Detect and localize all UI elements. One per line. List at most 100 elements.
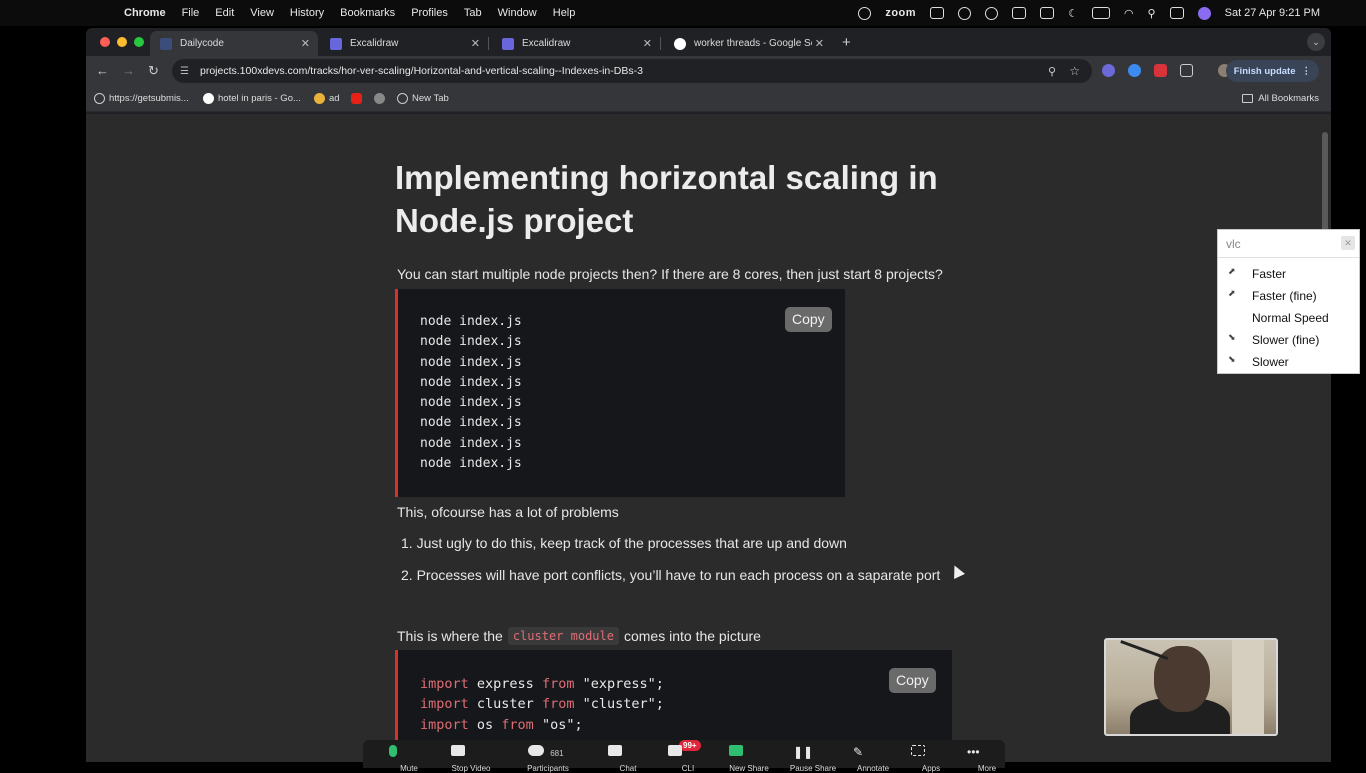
menu-profiles[interactable]: Profiles — [411, 7, 448, 19]
vlc-item-slower-fine[interactable]: Slower (fine) — [1252, 333, 1319, 347]
close-tab-icon[interactable]: ✕ — [815, 37, 824, 50]
code-keyword: from — [541, 676, 575, 692]
close-tab-icon[interactable]: ✕ — [301, 37, 310, 50]
menu-circle-icon[interactable] — [958, 6, 972, 20]
cloud-icon[interactable] — [930, 7, 945, 19]
address-bar[interactable]: ☰ projects.100xdevs.com/tracks/hor-ver-s… — [172, 59, 1092, 83]
forward-button[interactable]: → — [122, 63, 135, 78]
more-dots-icon: ••• — [967, 745, 980, 759]
status-tray: zoom ☾ ◠ ⚲ Sat 27 Apr 9:21 PM — [858, 6, 1320, 20]
cli-button[interactable]: CLI — [668, 745, 694, 773]
menu-view[interactable]: View — [250, 7, 274, 19]
vlc-item-faster[interactable]: Faster — [1252, 267, 1286, 281]
minimize-window-button[interactable] — [117, 37, 127, 47]
vlc-speed-menu: vlc ✕ ⬈ Faster ⬈ Faster (fine) Normal Sp… — [1217, 229, 1360, 374]
url-text[interactable]: projects.100xdevs.com/tracks/hor-ver-sca… — [200, 65, 643, 77]
tab-search-button[interactable]: ⌄ — [1307, 33, 1325, 51]
globe-icon — [397, 93, 408, 104]
code-line: node index.js — [420, 314, 522, 329]
bookmark-hotel-paris[interactable]: hotel in paris - Go... — [203, 93, 301, 104]
dailycode-favicon — [160, 37, 172, 50]
extension-purple-icon[interactable] — [1102, 64, 1115, 77]
siri-icon[interactable] — [1197, 6, 1211, 20]
tab-excalidraw-1[interactable]: Excalidraw ✕ — [320, 31, 489, 56]
code-keyword: from — [501, 716, 534, 733]
participants-button[interactable]: 681 Participants — [527, 745, 569, 773]
bookmark-circle[interactable] — [374, 93, 385, 104]
cluster-text-after: comes into the picture — [623, 628, 761, 644]
copy-button[interactable]: Copy — [889, 668, 936, 693]
tab-dailycode[interactable]: Dailycode ✕ — [150, 31, 318, 56]
mute-button[interactable]: Mute — [389, 745, 418, 773]
clock[interactable]: Sat 27 Apr 9:21 PM — [1225, 7, 1320, 19]
stop-video-button[interactable]: Stop Video — [451, 745, 491, 773]
bookmark-new-tab[interactable]: New Tab — [397, 93, 449, 104]
all-bookmarks-button[interactable]: All Bookmarks — [1242, 93, 1319, 104]
vlc-item-faster-fine[interactable]: Faster (fine) — [1252, 289, 1317, 303]
clear-icon[interactable]: ✕ — [1341, 236, 1355, 250]
close-tab-icon[interactable]: ✕ — [471, 37, 480, 50]
extension-blue-icon[interactable] — [1128, 64, 1141, 77]
youtube-icon — [351, 93, 362, 104]
display-icon[interactable] — [1040, 7, 1055, 19]
code-line: import os from "os"; — [420, 715, 664, 735]
site-info-icon[interactable]: ☰ — [180, 66, 192, 77]
menu-tab[interactable]: Tab — [464, 7, 482, 19]
close-tab-icon[interactable]: ✕ — [643, 37, 652, 50]
faster-fine-icon: ⬈ — [1228, 288, 1236, 298]
cli-icon — [668, 745, 682, 756]
bookmark-star-icon[interactable]: ☆ — [1069, 64, 1080, 78]
bookmark-getsubmis[interactable]: https://getsubmis... — [94, 93, 189, 104]
bookmarks-bar: https://getsubmis... hotel in paris - Go… — [86, 86, 1331, 112]
back-button[interactable]: ← — [96, 63, 109, 78]
cluster-text-before: This is where the — [397, 628, 503, 644]
annotate-button[interactable]: ✎ Annotate — [853, 745, 889, 773]
more-button[interactable]: ••• More — [967, 745, 996, 773]
tab-title: worker threads - Google Sea — [694, 38, 812, 49]
maximize-window-button[interactable] — [134, 37, 144, 47]
reload-button[interactable]: ↻ — [148, 63, 159, 79]
battery-icon[interactable] — [1091, 7, 1110, 19]
vlc-search-input[interactable]: vlc ✕ — [1218, 230, 1359, 258]
code-string: "cluster"; — [574, 696, 664, 713]
extension-red-icon[interactable] — [1154, 64, 1167, 77]
tab-google-search[interactable]: worker threads - Google Sea ✕ — [664, 31, 832, 56]
extensions-puzzle-icon[interactable] — [1180, 64, 1193, 77]
tab-title: Dailycode — [180, 38, 224, 49]
tab-title: Excalidraw — [350, 38, 399, 49]
vlc-item-slower[interactable]: Slower — [1252, 355, 1289, 369]
vpn-icon[interactable] — [985, 6, 999, 20]
menu-window[interactable]: Window — [498, 7, 537, 19]
moon-icon[interactable]: ☾ — [1068, 7, 1078, 20]
copy-button[interactable]: Copy — [785, 307, 832, 332]
new-tab-button[interactable]: + — [842, 34, 851, 51]
bookmark-ad[interactable]: ad — [314, 93, 340, 104]
menu-edit[interactable]: Edit — [215, 7, 234, 19]
bookmark-youtube[interactable] — [351, 93, 362, 104]
chat-button[interactable]: Chat — [608, 745, 636, 773]
zoom-magnifier-icon[interactable]: ⚲ — [1048, 65, 1056, 78]
menu-history[interactable]: History — [290, 7, 324, 19]
vlc-item-normal-speed[interactable]: Normal Speed — [1252, 311, 1329, 325]
finish-update-button[interactable]: Finish update ⋮ — [1225, 60, 1319, 82]
wifi-icon[interactable]: ◠ — [1124, 7, 1134, 20]
menu-file[interactable]: File — [182, 7, 200, 19]
search-icon[interactable]: ⚲ — [1148, 7, 1156, 20]
new-share-button[interactable]: New Share — [729, 745, 769, 773]
close-window-button[interactable] — [100, 37, 110, 47]
menu-app-name[interactable]: Chrome — [124, 7, 166, 19]
webcam-video[interactable] — [1104, 638, 1278, 736]
globe-icon — [94, 93, 105, 104]
apps-button[interactable]: Apps — [911, 745, 940, 773]
menu-help[interactable]: Help — [553, 7, 576, 19]
zoom-tray-label[interactable]: zoom — [885, 7, 916, 19]
code-lines: import express from "express"; import clu… — [420, 674, 664, 735]
screen-share-icon[interactable] — [858, 6, 872, 20]
code-keyword: import — [420, 676, 469, 692]
menu-bookmarks[interactable]: Bookmarks — [340, 7, 395, 19]
tab-excalidraw-2[interactable]: Excalidraw ✕ — [492, 31, 661, 56]
code-line: node index.js — [420, 374, 522, 390]
control-center-icon[interactable] — [1169, 7, 1184, 19]
home-icon[interactable] — [1012, 7, 1027, 19]
pause-share-button[interactable]: ❚❚ Pause Share — [790, 745, 836, 773]
